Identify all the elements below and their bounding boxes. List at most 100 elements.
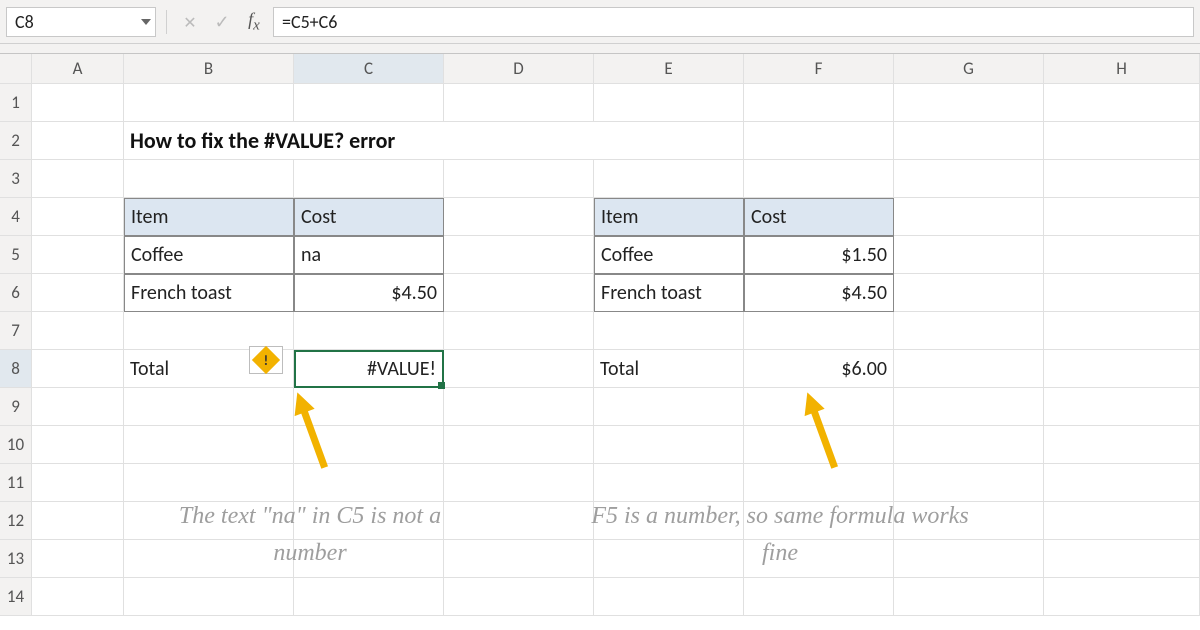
row-header-12[interactable]: 12 bbox=[0, 502, 32, 540]
cell-D10[interactable] bbox=[444, 426, 594, 464]
cell-A14[interactable] bbox=[32, 578, 124, 616]
cell-E5[interactable]: Coffee bbox=[594, 236, 744, 274]
cell-F7[interactable] bbox=[744, 312, 894, 350]
cell-G11[interactable] bbox=[894, 464, 1044, 502]
cell-H13[interactable] bbox=[1044, 540, 1200, 578]
cell-G2[interactable] bbox=[894, 122, 1044, 160]
row-header-2[interactable]: 2 bbox=[0, 122, 32, 160]
formula-input[interactable]: =C5+C6 bbox=[273, 7, 1194, 37]
row-header-3[interactable]: 3 bbox=[0, 160, 32, 198]
cell-G1[interactable] bbox=[894, 84, 1044, 122]
cell-B9[interactable] bbox=[124, 388, 294, 426]
cell-A2[interactable] bbox=[32, 122, 124, 160]
cell-B1[interactable] bbox=[124, 84, 294, 122]
cell-B14[interactable] bbox=[124, 578, 294, 616]
cell-H2[interactable] bbox=[1044, 122, 1200, 160]
cell-C7[interactable] bbox=[294, 312, 444, 350]
cell-F5[interactable]: $1.50 bbox=[744, 236, 894, 274]
cell-A7[interactable] bbox=[32, 312, 124, 350]
cell-H3[interactable] bbox=[1044, 160, 1200, 198]
cell-G14[interactable] bbox=[894, 578, 1044, 616]
cell-H10[interactable] bbox=[1044, 426, 1200, 464]
row-header-8[interactable]: 8 bbox=[0, 350, 32, 388]
accept-button[interactable] bbox=[209, 9, 235, 35]
cell-H14[interactable] bbox=[1044, 578, 1200, 616]
cell-G8[interactable] bbox=[894, 350, 1044, 388]
col-header-E[interactable]: E bbox=[594, 54, 744, 84]
cancel-button[interactable] bbox=[177, 9, 203, 35]
cell-B6[interactable]: French toast bbox=[124, 274, 294, 312]
cell-E9[interactable] bbox=[594, 388, 744, 426]
cell-C8[interactable]: #VALUE! bbox=[294, 350, 444, 388]
cell-C14[interactable] bbox=[294, 578, 444, 616]
cell-A6[interactable] bbox=[32, 274, 124, 312]
row-header-14[interactable]: 14 bbox=[0, 578, 32, 616]
cell-D6[interactable] bbox=[444, 274, 594, 312]
row-header-9[interactable]: 9 bbox=[0, 388, 32, 426]
cell-A12[interactable] bbox=[32, 502, 124, 540]
cell-G7[interactable] bbox=[894, 312, 1044, 350]
col-header-H[interactable]: H bbox=[1044, 54, 1200, 84]
cell-A1[interactable] bbox=[32, 84, 124, 122]
cell-D3[interactable] bbox=[444, 160, 594, 198]
cell-F2[interactable] bbox=[744, 122, 894, 160]
cell-C1[interactable] bbox=[294, 84, 444, 122]
cell-G6[interactable] bbox=[894, 274, 1044, 312]
cell-E10[interactable] bbox=[594, 426, 744, 464]
row-header-7[interactable]: 7 bbox=[0, 312, 32, 350]
cell-D5[interactable] bbox=[444, 236, 594, 274]
row-header-5[interactable]: 5 bbox=[0, 236, 32, 274]
cell-C3[interactable] bbox=[294, 160, 444, 198]
cell-D11[interactable] bbox=[444, 464, 594, 502]
cell-E1[interactable] bbox=[594, 84, 744, 122]
cell-H12[interactable] bbox=[1044, 502, 1200, 540]
row-header-4[interactable]: 4 bbox=[0, 198, 32, 236]
cell-A5[interactable] bbox=[32, 236, 124, 274]
row-header-13[interactable]: 13 bbox=[0, 540, 32, 578]
cell-D7[interactable] bbox=[444, 312, 594, 350]
cell-C6[interactable]: $4.50 bbox=[294, 274, 444, 312]
cell-H7[interactable] bbox=[1044, 312, 1200, 350]
cell-G5[interactable] bbox=[894, 236, 1044, 274]
cell-E4[interactable]: Item bbox=[594, 198, 744, 236]
col-header-A[interactable]: A bbox=[32, 54, 124, 84]
cell-H11[interactable] bbox=[1044, 464, 1200, 502]
row-header-10[interactable]: 10 bbox=[0, 426, 32, 464]
cell-C4[interactable]: Cost bbox=[294, 198, 444, 236]
row-header-6[interactable]: 6 bbox=[0, 274, 32, 312]
cell-F3[interactable] bbox=[744, 160, 894, 198]
cell-D9[interactable] bbox=[444, 388, 594, 426]
cell-H4[interactable] bbox=[1044, 198, 1200, 236]
cell-E11[interactable] bbox=[594, 464, 744, 502]
cell-F14[interactable] bbox=[744, 578, 894, 616]
cell-H6[interactable] bbox=[1044, 274, 1200, 312]
cell-H8[interactable] bbox=[1044, 350, 1200, 388]
dropdown-icon[interactable] bbox=[141, 19, 151, 25]
col-header-F[interactable]: F bbox=[744, 54, 894, 84]
cell-E14[interactable] bbox=[594, 578, 744, 616]
cell-C5[interactable]: na bbox=[294, 236, 444, 274]
cell-A4[interactable] bbox=[32, 198, 124, 236]
cell-B7[interactable] bbox=[124, 312, 294, 350]
cell-G3[interactable] bbox=[894, 160, 1044, 198]
cell-H1[interactable] bbox=[1044, 84, 1200, 122]
cell-D14[interactable] bbox=[444, 578, 594, 616]
cell-A11[interactable] bbox=[32, 464, 124, 502]
cell-G9[interactable] bbox=[894, 388, 1044, 426]
cell-B10[interactable] bbox=[124, 426, 294, 464]
insert-function-button[interactable]: fx bbox=[241, 9, 267, 35]
cell-D4[interactable] bbox=[444, 198, 594, 236]
select-all-corner[interactable] bbox=[0, 54, 32, 84]
error-smart-tag[interactable]: ! bbox=[249, 346, 283, 374]
row-header-1[interactable]: 1 bbox=[0, 84, 32, 122]
cell-E7[interactable] bbox=[594, 312, 744, 350]
cell-B5[interactable]: Coffee bbox=[124, 236, 294, 274]
page-title[interactable]: How to fix the #VALUE? error bbox=[124, 122, 594, 160]
col-header-B[interactable]: B bbox=[124, 54, 294, 84]
row-header-11[interactable]: 11 bbox=[0, 464, 32, 502]
cell-F8[interactable]: $6.00 bbox=[744, 350, 894, 388]
cell-E6[interactable]: French toast bbox=[594, 274, 744, 312]
cell-E8[interactable]: Total bbox=[594, 350, 744, 388]
cell-A8[interactable] bbox=[32, 350, 124, 388]
cell-G4[interactable] bbox=[894, 198, 1044, 236]
